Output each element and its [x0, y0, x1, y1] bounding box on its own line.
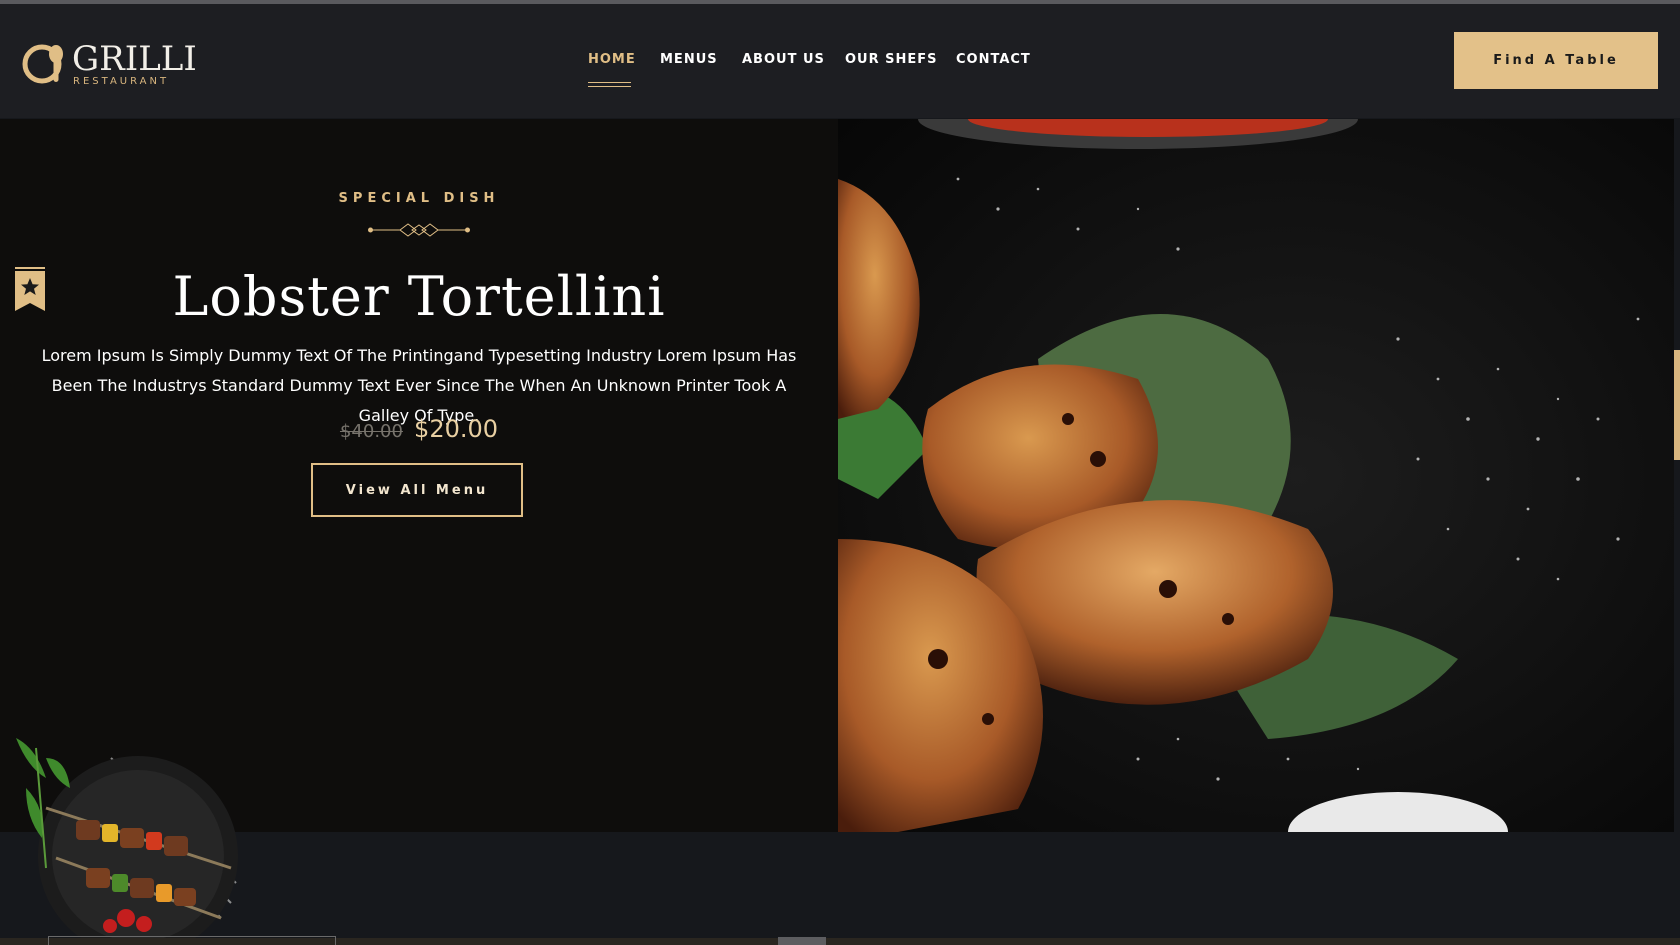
nav-item-label: CONTACT [956, 52, 1031, 67]
spoon-logo-icon [22, 44, 63, 84]
next-section-card [48, 936, 336, 945]
old-price: $40.00 [339, 421, 403, 442]
nav-item-contact[interactable]: CONTACT [956, 52, 1031, 67]
hero-image-chicken-wings [838, 119, 1674, 832]
nav-item-menus[interactable]: MENUS [660, 52, 718, 67]
brand-tagline: RESTAURANT [73, 76, 170, 87]
nav-item-about-us[interactable]: ABOUT US [742, 52, 825, 67]
brand-name: GRILLI [72, 39, 197, 79]
side-scroll-indicator[interactable] [1674, 350, 1680, 460]
active-underline [588, 86, 631, 87]
site-header: GRILLI RESTAURANT HOME MENUS ABOUT US OU… [0, 4, 1680, 118]
dish-title: Lobster Tortellini [172, 265, 666, 328]
nav-item-label: MENUS [660, 52, 718, 67]
dish-price: $40.00 $20.00 [0, 415, 838, 443]
food-photo [838, 119, 1674, 832]
nav-item-label: HOME [588, 52, 636, 67]
new-price: $20.00 [414, 415, 499, 443]
next-section-background [0, 832, 1680, 945]
bookmark-star-icon[interactable] [15, 267, 45, 311]
hero-text-panel: SPECIAL DISH Lobster Tortellini Lorem Ip… [0, 119, 838, 832]
find-table-button[interactable]: Find A Table [1454, 32, 1658, 89]
nav-item-our-shefs[interactable]: OUR SHEFS [845, 52, 938, 67]
nav-item-label: ABOUT US [742, 52, 825, 67]
hero-subtitle: SPECIAL DISH [338, 191, 500, 206]
kebab-plate-decoration [16, 738, 238, 945]
active-underline [588, 82, 631, 83]
view-all-menu-button[interactable]: View All Menu [311, 463, 523, 517]
nav-item-label: OUR SHEFS [845, 52, 938, 67]
nav-item-home[interactable]: HOME [588, 52, 636, 87]
brand-logo[interactable]: GRILLI RESTAURANT [22, 40, 197, 88]
ornament-separator-icon [368, 223, 470, 237]
next-section-marker [778, 937, 826, 945]
